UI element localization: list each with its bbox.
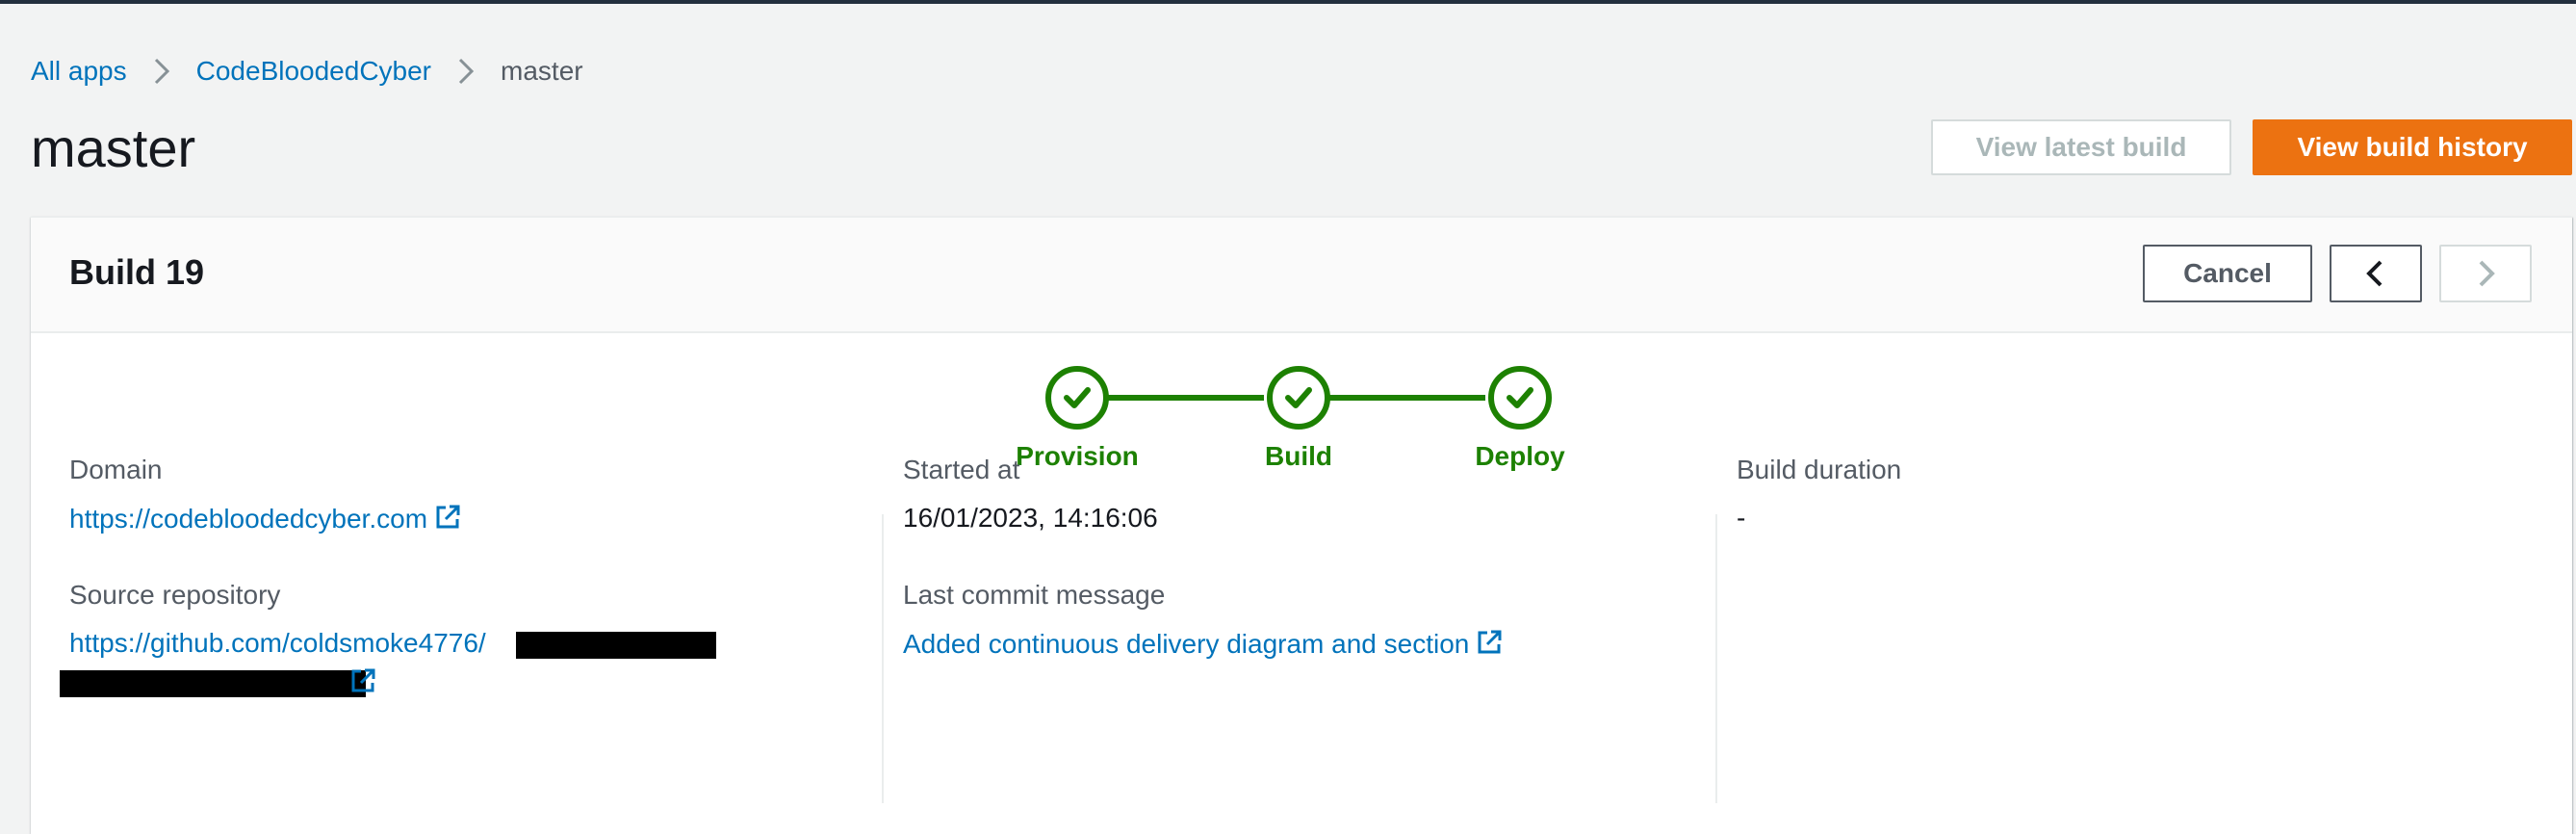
- previous-build-button[interactable]: [2330, 245, 2422, 302]
- build-duration-value: -: [1737, 503, 1746, 533]
- last-commit-link[interactable]: Added continuous delivery diagram and se…: [903, 628, 1504, 660]
- breadcrumb-all-apps[interactable]: All apps: [31, 56, 127, 87]
- view-build-history-button[interactable]: View build history: [2253, 119, 2572, 175]
- chevron-right-icon: [2479, 260, 2495, 287]
- domain-link[interactable]: https://codebloodedcyber.com: [69, 503, 462, 534]
- details-column-1: Domain https://codebloodedcyber.com Sour…: [31, 218, 882, 697]
- chevron-right-icon: [141, 50, 183, 92]
- check-icon: [1507, 387, 1533, 408]
- next-build-button[interactable]: [2439, 245, 2532, 302]
- domain-label: Domain: [69, 455, 163, 484]
- page-title: master: [31, 117, 196, 178]
- details-column-3: Build duration -: [1715, 455, 2572, 803]
- redaction-bar: [60, 670, 366, 697]
- started-at-value: 16/01/2023, 14:16:06: [903, 503, 1158, 533]
- step-connector: [1106, 395, 1264, 401]
- step-build-label: Build: [1265, 441, 1332, 471]
- step-deploy-status: [1488, 366, 1552, 430]
- build-panel: Build 19 Cancel Provision Build Deploy D…: [31, 217, 2572, 834]
- view-latest-build-button[interactable]: View latest build: [1931, 119, 2231, 175]
- source-repository-label: Source repository: [69, 580, 281, 610]
- domain-link-text: https://codebloodedcyber.com: [69, 504, 428, 534]
- last-commit-label: Last commit message: [903, 580, 1166, 610]
- breadcrumb: All apps CodeBloodedCyber master: [31, 50, 583, 92]
- step-provision-status: [1045, 366, 1109, 430]
- breadcrumb-current: master: [501, 56, 583, 86]
- last-commit-link-text: Added continuous delivery diagram and se…: [903, 629, 1470, 659]
- step-connector: [1327, 395, 1485, 401]
- source-repository-link[interactable]: https://github.com/coldsmoke4776/: [69, 628, 486, 659]
- chevron-left-icon: [2366, 260, 2383, 287]
- external-link-icon[interactable]: [348, 666, 377, 695]
- step-deploy-label: Deploy: [1475, 441, 1565, 471]
- details-column-2: Started at 16/01/2023, 14:16:06 Last com…: [882, 455, 1715, 803]
- build-duration-label: Build duration: [1737, 455, 1902, 484]
- step-build-status: [1267, 366, 1330, 430]
- breadcrumb-app[interactable]: CodeBloodedCyber: [196, 56, 431, 87]
- top-border: [0, 0, 2576, 4]
- cancel-button[interactable]: Cancel: [2143, 245, 2312, 302]
- check-icon: [1285, 387, 1312, 408]
- external-link-icon: [436, 505, 460, 529]
- external-link-icon: [1478, 630, 1502, 654]
- started-at-label: Started at: [903, 455, 1020, 484]
- chevron-right-icon: [445, 50, 487, 92]
- redaction-bar: [516, 632, 716, 659]
- check-icon: [1064, 387, 1091, 408]
